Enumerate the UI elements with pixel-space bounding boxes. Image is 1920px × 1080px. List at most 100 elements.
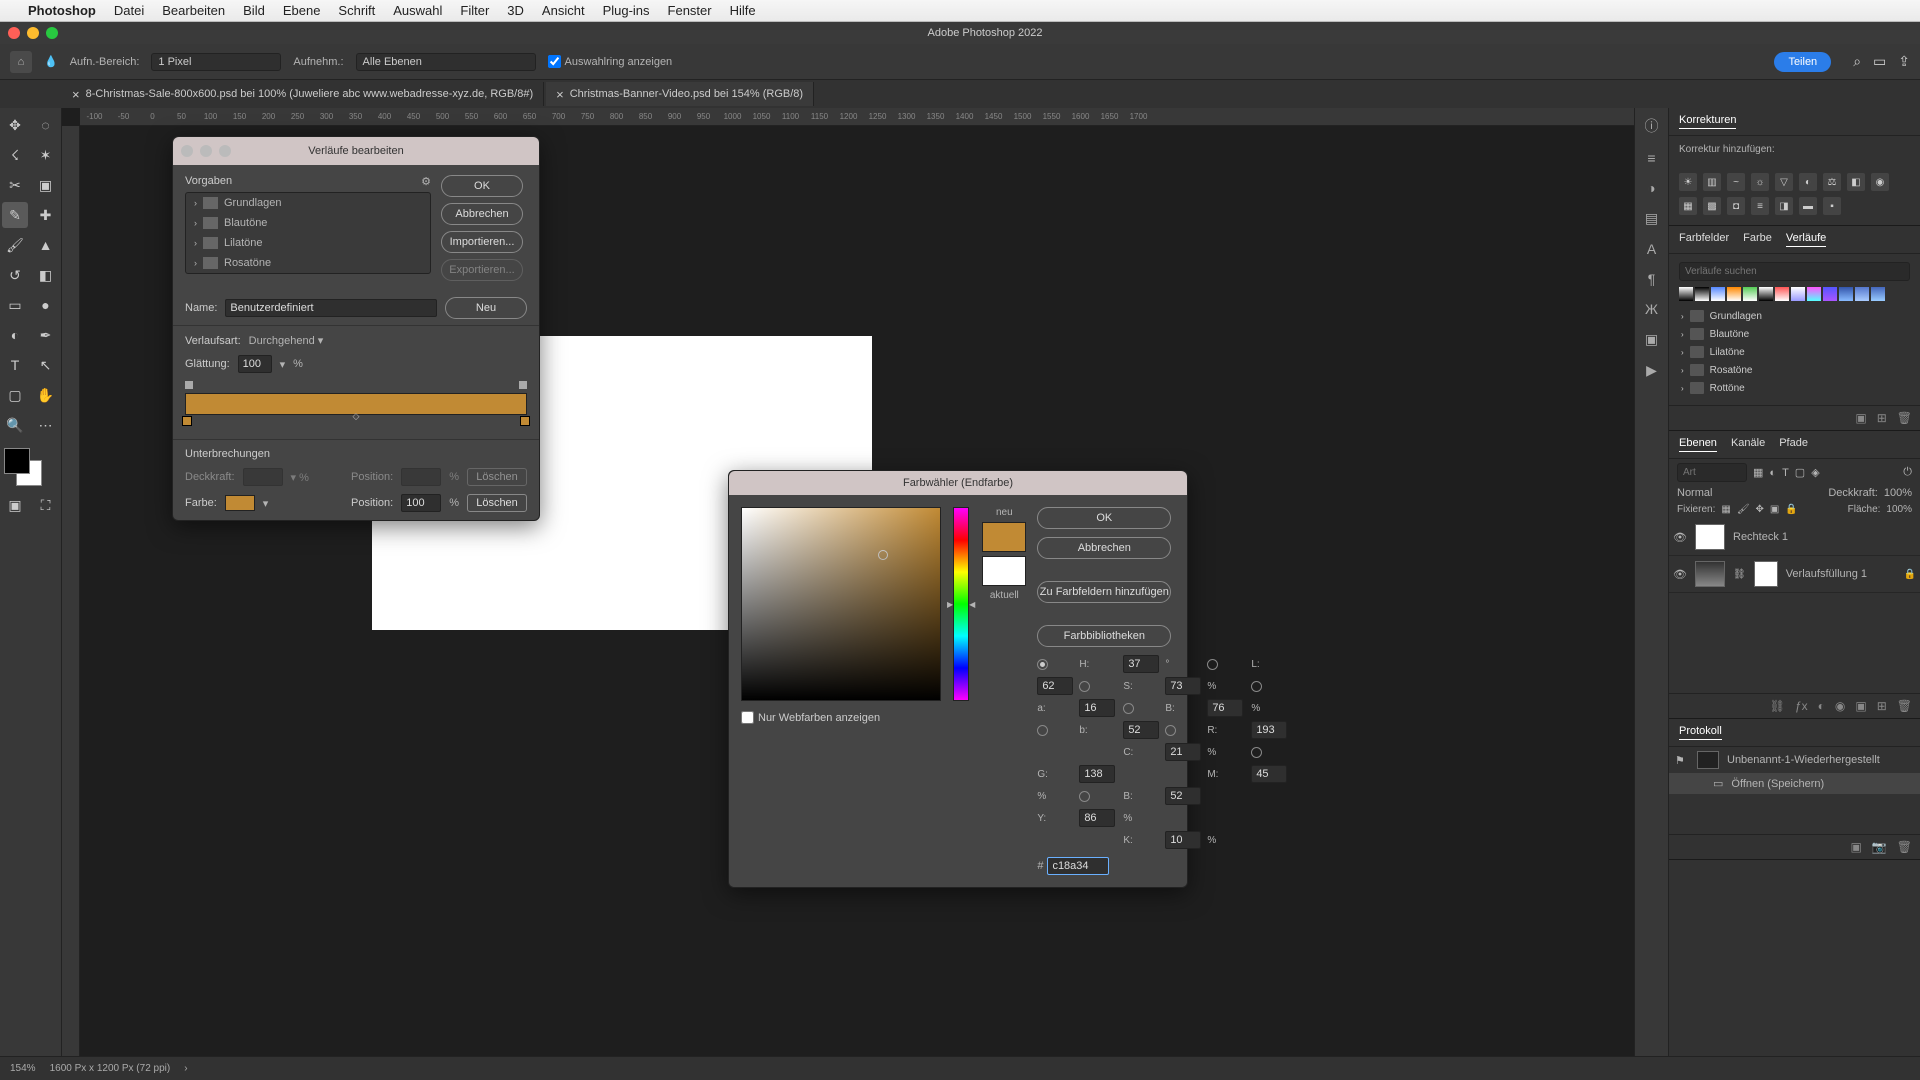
midpoint-handle[interactable]: ◇ (353, 411, 360, 422)
close-icon[interactable]: × (72, 87, 80, 102)
character-panel-icon[interactable]: A (1647, 241, 1656, 257)
search-icon[interactable]: ⌕ (1853, 53, 1861, 70)
k-input[interactable] (1165, 831, 1201, 849)
gradient-swatch[interactable] (1679, 287, 1693, 301)
colorlookup-icon[interactable]: ▩ (1703, 197, 1721, 215)
history-brush[interactable]: ↺ (2, 262, 28, 288)
share-export-icon[interactable]: ⇪ (1898, 53, 1910, 70)
visibility-icon[interactable]: 👁 (1673, 568, 1687, 581)
lock-paint-icon[interactable]: 🖌 (1737, 504, 1750, 515)
r-input[interactable] (1251, 721, 1287, 739)
color-stop[interactable] (520, 416, 530, 426)
share-button[interactable]: Teilen (1774, 52, 1831, 72)
aufn-bereich-select[interactable]: 1 Pixel (151, 53, 281, 71)
verlaufe-tab[interactable]: Verläufe (1786, 232, 1826, 247)
history-row[interactable]: ⚑ Unbenannt-1-Wiederhergestellt (1669, 747, 1920, 773)
new-button[interactable]: Neu (445, 297, 527, 319)
window-minimize[interactable] (27, 27, 39, 39)
lasso-tool[interactable]: ☇ (2, 142, 28, 168)
link-layers-icon[interactable]: ⛓ (1770, 699, 1785, 713)
gradient-swatch[interactable] (1711, 287, 1725, 301)
mask-thumb[interactable] (1754, 561, 1778, 587)
edit-toolbar[interactable]: ⋯ (33, 412, 59, 438)
zoom-level[interactable]: 154% (10, 1063, 36, 1074)
trash-icon[interactable]: 🗑 (1897, 699, 1912, 713)
g-input[interactable] (1079, 765, 1115, 783)
auswahlring-checkbox[interactable]: Auswahlring anzeigen (548, 55, 673, 68)
color-swatch[interactable] (225, 495, 255, 511)
gear-icon[interactable]: ⚙ (421, 175, 431, 188)
status-expand-icon[interactable]: › (184, 1063, 187, 1074)
gradient-swatch[interactable] (1695, 287, 1709, 301)
a-input[interactable] (1079, 699, 1115, 717)
screen-mode[interactable]: ⛶ (33, 492, 59, 518)
menu-datei[interactable]: Datei (114, 3, 144, 18)
close-icon[interactable]: × (556, 87, 564, 102)
document-dimensions[interactable]: 1600 Px x 1200 Px (72 ppi) (50, 1063, 171, 1074)
frame-tool[interactable]: ▣ (33, 172, 59, 198)
bv-input[interactable] (1207, 699, 1243, 717)
exposure-icon[interactable]: ☼ (1751, 173, 1769, 191)
cancel-button[interactable]: Abbrechen (1037, 537, 1171, 559)
channelmixer-icon[interactable]: ▦ (1679, 197, 1697, 215)
crop-tool[interactable]: ✂ (2, 172, 28, 198)
lb-radio[interactable] (1037, 725, 1048, 736)
visibility-icon[interactable]: 👁 (1673, 531, 1687, 544)
gradient-swatch[interactable] (1839, 287, 1853, 301)
dialog-zoom[interactable] (219, 145, 231, 157)
menu-plugins[interactable]: Plug-ins (603, 3, 650, 18)
a-radio[interactable] (1251, 681, 1262, 692)
selcolor-icon[interactable]: ▪ (1823, 197, 1841, 215)
eyedropper-tool[interactable]: ✎ (2, 202, 28, 228)
wand-tool[interactable]: ✶ (33, 142, 59, 168)
s-radio[interactable] (1079, 681, 1090, 692)
hue-slider[interactable] (953, 507, 969, 701)
bb-radio[interactable] (1079, 791, 1090, 802)
gradient-swatch[interactable] (1855, 287, 1869, 301)
ok-button[interactable]: OK (441, 175, 523, 197)
filter-type-icon[interactable]: T (1782, 467, 1789, 479)
hand-tool[interactable]: ✋ (33, 382, 59, 408)
gradient-search-input[interactable] (1679, 262, 1910, 281)
filter-smart-icon[interactable]: ◈ (1811, 466, 1819, 479)
invert-icon[interactable]: ◘ (1727, 197, 1745, 215)
gradient-swatch[interactable] (1775, 287, 1789, 301)
lock-trans-icon[interactable]: ▦ (1721, 504, 1730, 515)
opacity-stop[interactable] (185, 381, 193, 389)
menu-filter[interactable]: Filter (460, 3, 489, 18)
document-tab[interactable]: ×8-Christmas-Sale-800x600.psd bei 100% (… (62, 82, 544, 106)
threshold-icon[interactable]: ◨ (1775, 197, 1793, 215)
gradient-swatch[interactable] (1807, 287, 1821, 301)
preset-list[interactable]: ›Grundlagen ›Blautöne ›Lilatöne ›Rosatön… (185, 192, 431, 274)
adjustments-panel-icon[interactable]: ◑ (1647, 180, 1655, 196)
pen-tool[interactable]: ✒ (33, 322, 59, 348)
smoothness-input[interactable] (238, 355, 272, 373)
filter-toggle[interactable]: ⏻ (1903, 466, 1912, 479)
photofilter-icon[interactable]: ◉ (1871, 173, 1889, 191)
gradient-type-select[interactable]: Durchgehend ▾ (249, 334, 324, 347)
menu-bearbeiten[interactable]: Bearbeiten (162, 3, 225, 18)
info-panel-icon[interactable]: ⓘ (1645, 116, 1659, 136)
hex-input[interactable] (1047, 857, 1109, 875)
menu-auswahl[interactable]: Auswahl (393, 3, 442, 18)
bb-input[interactable] (1165, 787, 1201, 805)
gradient-editor-titlebar[interactable]: Verläufe bearbeiten (173, 137, 539, 165)
menu-3d[interactable]: 3D (507, 3, 524, 18)
layer-mask-icon[interactable]: ◐ (1818, 699, 1825, 713)
lock-all-icon[interactable]: 🔒 (1785, 504, 1797, 515)
posterize-icon[interactable]: ≡ (1751, 197, 1769, 215)
ebenen-tab[interactable]: Ebenen (1679, 437, 1717, 452)
delete-button[interactable]: Löschen (467, 494, 527, 512)
gradient-folder[interactable]: ›Grundlagen (1679, 307, 1910, 325)
gradient-swatch[interactable] (1871, 287, 1885, 301)
y-input[interactable] (1079, 809, 1115, 827)
layer-row[interactable]: 👁 Rechteck 1 (1669, 519, 1920, 556)
menu-ansicht[interactable]: Ansicht (542, 3, 585, 18)
dialog-min[interactable] (200, 145, 212, 157)
type-tool[interactable]: T (2, 352, 28, 378)
bw-icon[interactable]: ◧ (1847, 173, 1865, 191)
dialog-close[interactable] (181, 145, 193, 157)
styles-panel-icon[interactable]: ▣ (1645, 331, 1658, 348)
history-brush-source-icon[interactable]: ⚑ (1675, 754, 1689, 767)
color-picker-titlebar[interactable]: Farbwähler (Endfarbe) (729, 471, 1187, 495)
